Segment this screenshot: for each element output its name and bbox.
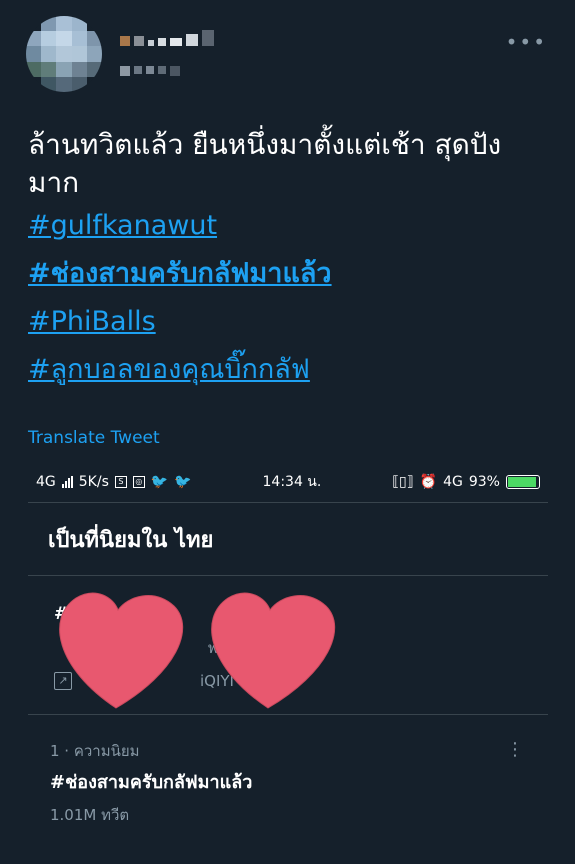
translate-tweet-link[interactable]: Translate Tweet xyxy=(28,428,160,448)
vibrate-icon: ⟦▯⟧ xyxy=(392,474,414,490)
hashtag-link[interactable]: #ช่องสามครับกลัฟมาแล้ว xyxy=(28,250,548,298)
trend-count: 1.01M ทวีต xyxy=(50,806,130,824)
hashtag-link[interactable]: #PhiBalls xyxy=(28,298,548,346)
promoted-title: #3 xyxy=(54,604,231,624)
trends-header: เป็นที่นิยมใน ไทย xyxy=(48,527,214,553)
clock: 14:34 น. xyxy=(262,474,322,490)
avatar[interactable] xyxy=(26,16,102,92)
data-speed: 5K/s xyxy=(78,474,109,490)
hashtag-link[interactable]: #gulfkanawut xyxy=(28,202,548,250)
app-icon: S xyxy=(114,476,127,488)
promoted-trend[interactable]: #3 พล ↗ iQIYI xyxy=(28,576,548,714)
twitter-icon: 🐦 xyxy=(150,474,169,490)
tweet-text: ล้านทวิตแล้ว ยืนหนึ่งมาตั้งแต่เช้า สุดปั… xyxy=(28,126,548,394)
promoted-subtitle: พล xyxy=(208,639,228,657)
instagram-icon: ◎ xyxy=(132,476,145,488)
promoted-by: ↗ iQIYI xyxy=(54,672,234,690)
phone-status-bar: 4G 5K/s S ◎ 🐦 🐦 14:34 น. ⟦▯⟧ ⏰ 4G 93% xyxy=(28,462,548,502)
more-options-icon[interactable]: ••• xyxy=(506,30,547,54)
redacted-handle xyxy=(120,66,180,76)
trend-meta: 1 · ความนิยม xyxy=(50,742,140,760)
tweet-text-line: ล้านทวิตแล้ว ยืนหนึ่งมาตั้งแต่เช้า สุดปั… xyxy=(28,128,502,161)
tweet-text-line: มาก xyxy=(28,166,80,199)
battery-percent: 93% xyxy=(468,474,500,490)
alarm-icon: ⏰ xyxy=(419,474,438,490)
trend-name: #ช่องสามครับกลัฟมาแล้ว xyxy=(50,772,253,793)
network-right: 4G xyxy=(443,474,463,490)
network-label: 4G xyxy=(36,474,56,490)
battery-icon xyxy=(505,475,540,489)
trend-item[interactable]: 1 · ความนิยม #ช่องสามครับกลัฟมาแล้ว 1.01… xyxy=(28,715,548,825)
twitter-icon: 🐦 xyxy=(174,474,192,490)
hashtag-link[interactable]: #ลูกบอลของคุณบิ๊กกลัฟ xyxy=(28,346,548,394)
trend-more-icon[interactable]: ⋮ xyxy=(506,739,524,760)
signal-icon xyxy=(61,476,73,488)
attached-screenshot[interactable]: 4G 5K/s S ◎ 🐦 🐦 14:34 น. ⟦▯⟧ ⏰ 4G 93% เป… xyxy=(28,462,548,864)
promoted-arrow-icon: ↗ xyxy=(54,672,72,690)
redacted-username[interactable] xyxy=(120,30,214,46)
